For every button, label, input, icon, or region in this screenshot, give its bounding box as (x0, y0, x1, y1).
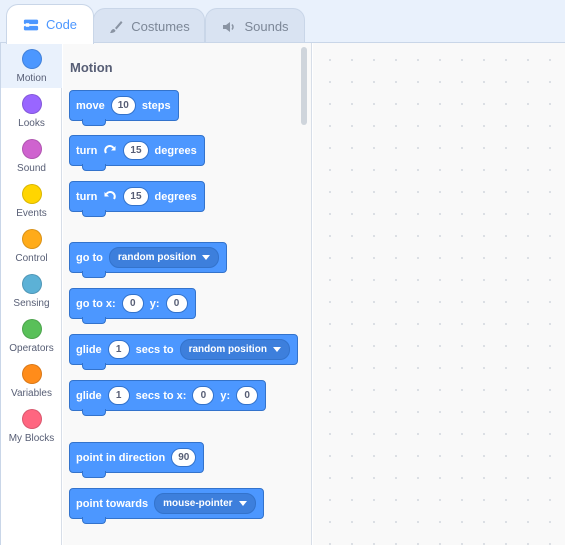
motion-category-icon (21, 49, 42, 69)
speaker-icon (221, 19, 237, 35)
glide-xy-block[interactable]: glide 1 secs to x: 0 y: 0 (69, 380, 267, 416)
sensing-category-icon (21, 274, 42, 294)
category-sound[interactable]: Sound (1, 133, 62, 178)
rotate-right-icon (103, 144, 117, 158)
category-sensing[interactable]: Sensing (1, 268, 62, 313)
my-blocks-category-icon (21, 409, 42, 429)
category-motion[interactable]: Motion (1, 43, 62, 88)
secs-input[interactable]: 1 (107, 386, 130, 405)
block-text: secs to x: (135, 389, 187, 402)
block-text: turn (76, 190, 98, 203)
tab-sounds[interactable]: Sounds (205, 8, 305, 44)
sound-category-icon (21, 139, 42, 159)
block-text: go to (76, 251, 103, 264)
code-panel: Motion Looks Sound Events Control Sensin… (0, 42, 565, 545)
category-operators[interactable]: Operators (1, 313, 62, 358)
chevron-down-icon (272, 347, 281, 352)
category-label: Sensing (13, 298, 50, 309)
tab-code[interactable]: Code (6, 4, 94, 44)
go-to-xy-block[interactable]: go to x: 0 y: 0 (69, 288, 196, 324)
category-label: Events (16, 208, 47, 219)
block-text: glide (76, 343, 102, 356)
point-towards-dropdown[interactable]: mouse-pointer (154, 493, 256, 514)
block-text: secs to (135, 343, 174, 356)
block-text: steps (141, 99, 171, 112)
tab-costumes-label: Costumes (131, 19, 190, 34)
glide-target-dropdown[interactable]: random position (179, 339, 290, 360)
rotate-left-icon (103, 190, 117, 204)
category-my-blocks[interactable]: My Blocks (1, 403, 62, 448)
chevron-down-icon (238, 501, 247, 506)
x-input[interactable]: 0 (192, 386, 215, 405)
secs-input[interactable]: 1 (107, 340, 130, 359)
category-control[interactable]: Control (1, 223, 62, 268)
block-text: degrees (154, 144, 197, 157)
operators-category-icon (21, 319, 42, 339)
category-variables[interactable]: Variables (1, 358, 62, 403)
dropdown-value: random position (117, 252, 197, 263)
tab-code-label: Code (45, 17, 78, 32)
move-steps-block[interactable]: move 10 steps (69, 90, 179, 126)
palette-title: Motion (70, 60, 113, 75)
point-in-direction-block[interactable]: point in direction 90 (69, 442, 205, 478)
category-events[interactable]: Events (1, 178, 62, 223)
direction-input[interactable]: 90 (171, 448, 197, 467)
chevron-down-icon (202, 255, 211, 260)
block-text: turn (76, 144, 98, 157)
events-category-icon (21, 184, 42, 204)
degrees-input[interactable]: 15 (123, 187, 149, 206)
block-text: y: (149, 297, 160, 310)
dropdown-value: mouse-pointer (163, 498, 233, 509)
go-to-target-dropdown[interactable]: random position (108, 247, 220, 268)
tab-costumes[interactable]: Costumes (93, 8, 205, 44)
block-palette: Motion move 10 steps turn 15 degrees tur… (63, 43, 312, 545)
degrees-input[interactable]: 15 (123, 141, 149, 160)
block-text: degrees (154, 190, 197, 203)
block-text: go to x: (76, 297, 116, 310)
y-input[interactable]: 0 (236, 386, 259, 405)
y-input[interactable]: 0 (165, 294, 188, 313)
x-input[interactable]: 0 (121, 294, 144, 313)
script-workspace[interactable] (313, 43, 565, 545)
palette-scrollbar[interactable] (301, 47, 307, 125)
editor-tab-bar: Costumes Sounds Code (0, 0, 565, 44)
block-text: y: (220, 389, 231, 402)
glide-to-block[interactable]: glide 1 secs to random position (69, 334, 298, 370)
category-label: Operators (9, 343, 54, 354)
block-text: point in direction (76, 451, 166, 464)
point-towards-block[interactable]: point towards mouse-pointer (69, 488, 264, 524)
looks-category-icon (21, 94, 42, 114)
tab-sounds-label: Sounds (244, 19, 289, 34)
turn-right-block[interactable]: turn 15 degrees (69, 135, 205, 171)
go-to-block[interactable]: go to random position (69, 242, 228, 278)
code-icon (23, 17, 39, 33)
turn-left-block[interactable]: turn 15 degrees (69, 181, 205, 217)
steps-input[interactable]: 10 (110, 96, 136, 115)
block-text: point towards (76, 497, 149, 510)
block-text: move (76, 99, 105, 112)
variables-category-icon (21, 364, 42, 384)
block-text: glide (76, 389, 102, 402)
category-menu: Motion Looks Sound Events Control Sensin… (1, 43, 62, 545)
category-label: Motion (16, 73, 47, 84)
dropdown-value: random position (188, 344, 267, 355)
category-label: Variables (11, 388, 52, 399)
category-label: My Blocks (8, 433, 55, 444)
category-label: Sound (17, 163, 46, 174)
control-category-icon (21, 229, 42, 249)
category-label: Control (15, 253, 48, 264)
brush-icon (108, 19, 124, 35)
category-looks[interactable]: Looks (1, 88, 62, 133)
category-label: Looks (18, 118, 45, 129)
